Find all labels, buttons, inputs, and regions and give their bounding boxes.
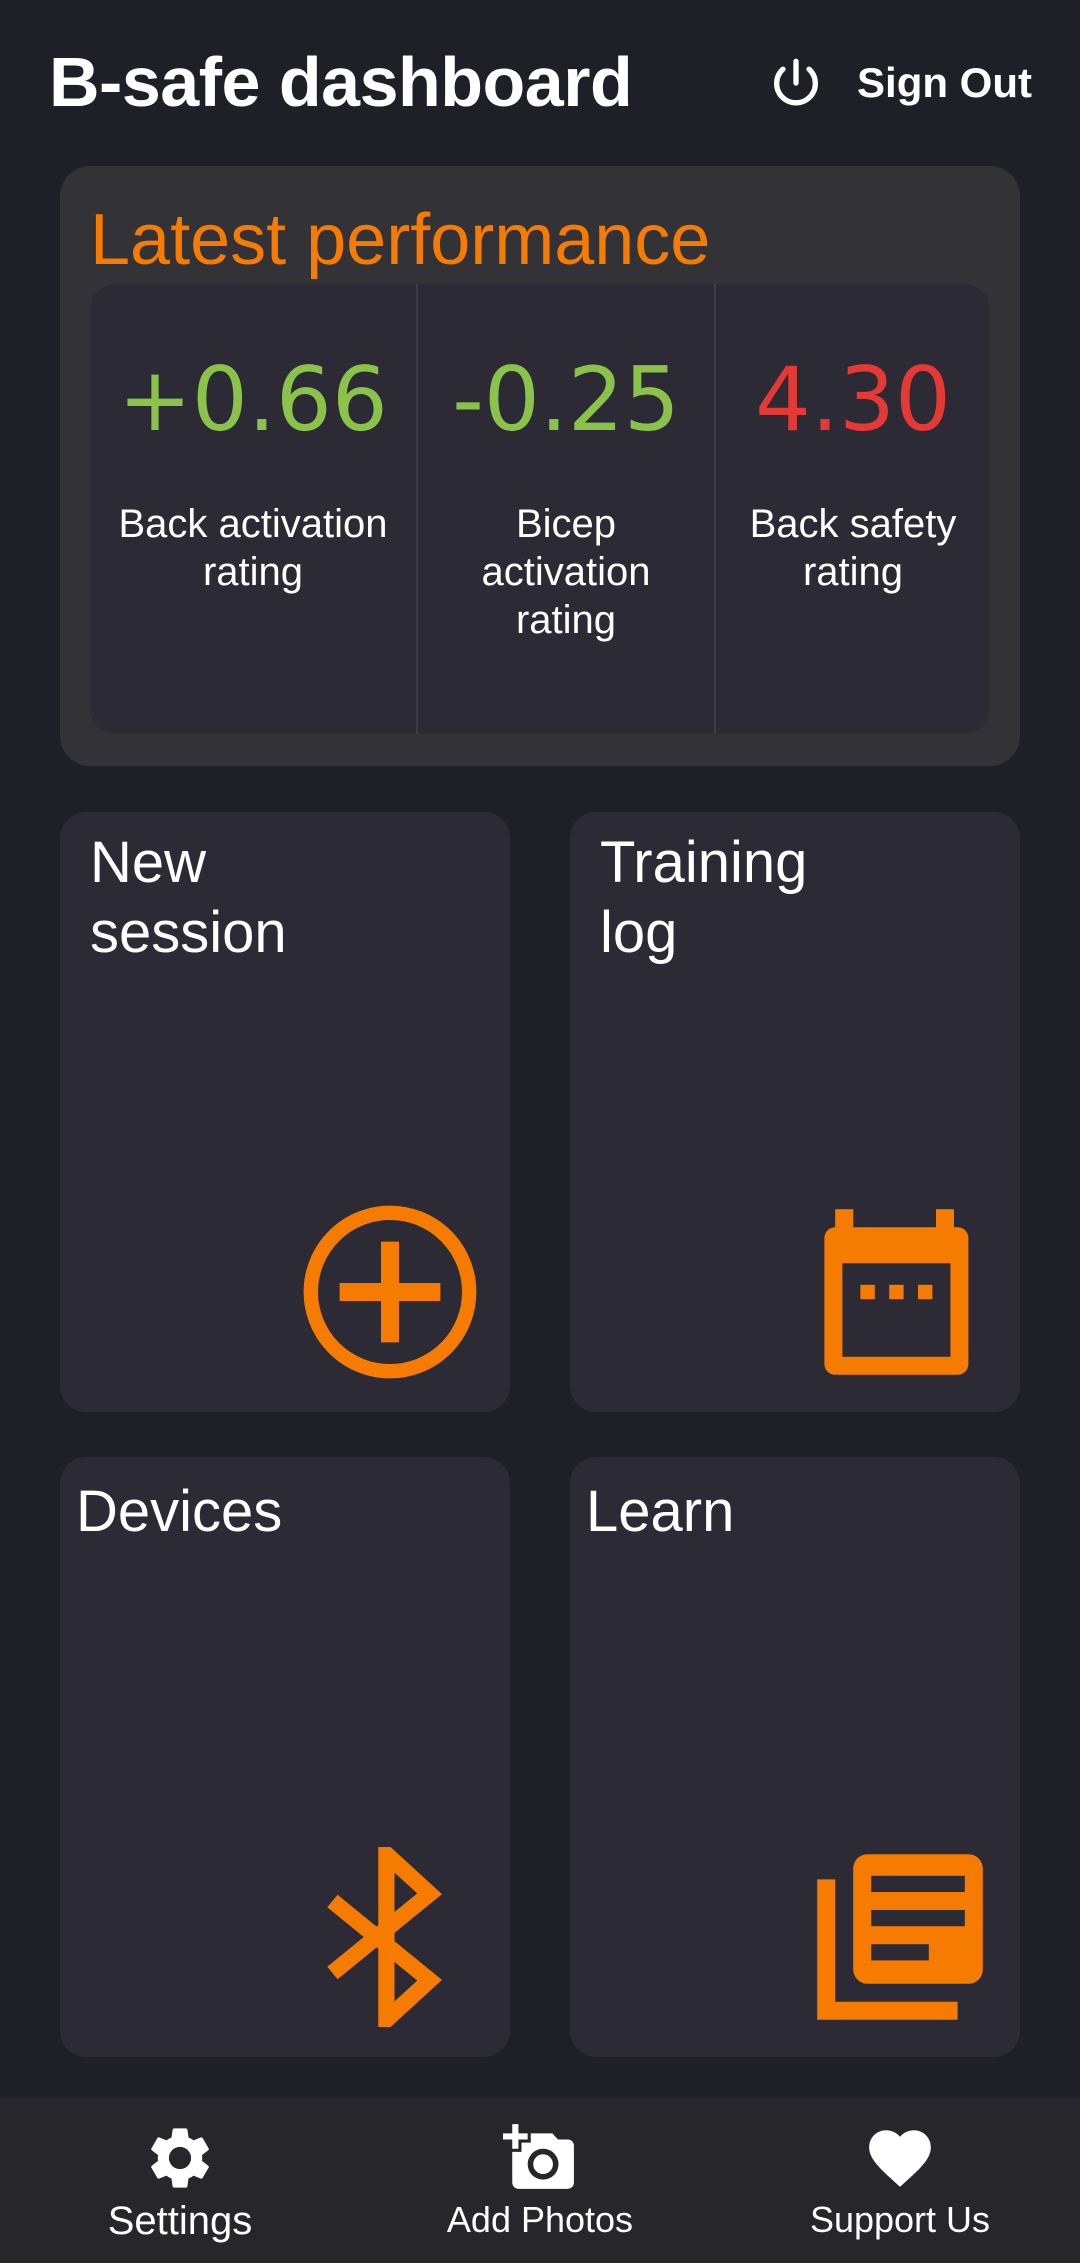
metric-back-activation: +0.66 Back activation rating <box>90 284 416 734</box>
nav-support-us[interactable]: Support Us <box>720 2097 1080 2263</box>
app-header: B-safe dashboard Sign Out <box>0 0 1080 160</box>
add-circle-icon <box>300 1202 480 1382</box>
calendar-icon <box>810 1202 990 1382</box>
nav-add-photos[interactable]: Add Photos <box>360 2097 720 2263</box>
devices-tile[interactable]: Devices <box>60 1457 510 2057</box>
heart-icon <box>869 2130 931 2187</box>
page-title: B-safe dashboard <box>49 43 633 121</box>
nav-label: Support Us <box>809 2199 991 2240</box>
nav-settings[interactable]: Settings <box>0 2097 360 2263</box>
tile-title: New session <box>90 830 287 965</box>
learn-tile[interactable]: Learn <box>570 1457 1020 2057</box>
nav-label: Add Photos <box>446 2199 634 2240</box>
training-log-tile[interactable]: Training log <box>570 812 1020 1412</box>
bottom-navigation: Settings Add Photos Support Us <box>0 2097 1080 2263</box>
tile-title: Learn <box>586 1479 735 1544</box>
bluetooth-icon <box>300 1835 480 2039</box>
performance-title: Latest performance <box>90 200 711 280</box>
sign-out-label: Sign Out <box>857 59 1032 106</box>
nav-label: Settings <box>107 2199 253 2243</box>
metric-label: Bicep activation rating <box>481 502 651 642</box>
tile-title: Training log <box>600 830 808 965</box>
sign-out-button[interactable]: Sign Out <box>767 48 1032 118</box>
gear-icon <box>151 2128 209 2188</box>
latest-performance-card: Latest performance +0.66 Back activation… <box>60 166 1020 766</box>
metric-bicep-activation: -0.25 Bicep activation rating <box>416 284 714 734</box>
metric-value: 4.30 <box>755 348 951 451</box>
metric-label: Back safety rating <box>749 502 957 594</box>
library-books-icon <box>810 1847 990 2027</box>
add-photo-icon <box>503 2124 574 2189</box>
power-icon <box>774 58 818 106</box>
new-session-tile[interactable]: New session <box>60 812 510 1412</box>
metric-value: +0.66 <box>118 348 388 451</box>
metric-value: -0.25 <box>452 348 680 451</box>
metric-back-safety: 4.30 Back safety rating <box>714 284 990 734</box>
tile-title: Devices <box>76 1479 283 1544</box>
metric-label: Back activation rating <box>118 502 388 594</box>
metrics-panel: +0.66 Back activation rating -0.25 Bicep… <box>90 284 990 734</box>
